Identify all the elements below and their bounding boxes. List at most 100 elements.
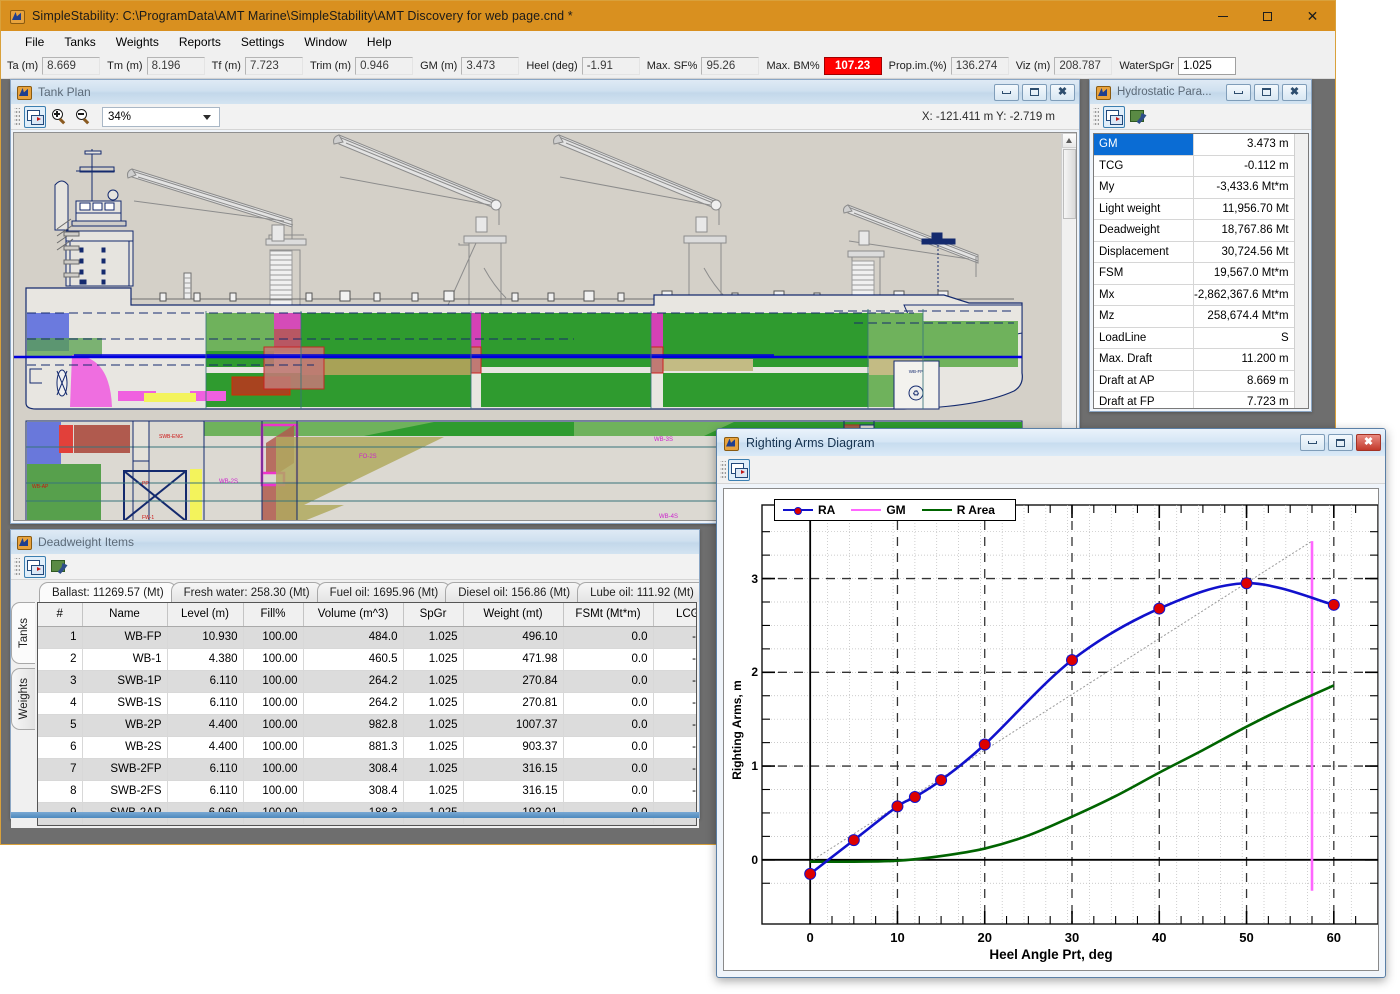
hydrostatic-row[interactable]: Draft at FP 7.723 m xyxy=(1094,392,1294,408)
table-cell: 8 xyxy=(38,780,83,803)
table-row[interactable]: 4SWB-1S6.110100.00264.21.025270.810.0-16… xyxy=(38,692,696,715)
field-value[interactable]: 1.025 xyxy=(1177,57,1236,75)
table-column-header[interactable]: Weight (mt) xyxy=(463,603,564,627)
properties-icon xyxy=(1129,109,1147,124)
deadweight-side-tab-weights[interactable]: Weights xyxy=(11,668,35,730)
menu-item-reports[interactable]: Reports xyxy=(169,32,231,53)
table-cell: 316.15 xyxy=(463,780,564,803)
table-column-header[interactable]: SpGr xyxy=(403,603,464,627)
toolbar-grip[interactable] xyxy=(14,557,20,576)
table-cell: 4.380 xyxy=(167,648,244,671)
hydrostatic-row[interactable]: Mz 258,674.4 Mt*m xyxy=(1094,306,1294,328)
table-row[interactable]: 1WB-FP10.930100.00484.01.025496.100.0-18… xyxy=(38,626,696,649)
tank-plan-minimize-button[interactable] xyxy=(994,83,1019,101)
chevron-up-icon xyxy=(1066,138,1072,143)
table-column-header[interactable]: LCG (m) xyxy=(653,603,696,627)
menu-bar: File Tanks Weights Reports Settings Wind… xyxy=(1,31,1335,54)
copy-window-button[interactable] xyxy=(24,105,46,128)
hydrostatic-row[interactable]: Max. Draft 11.200 m xyxy=(1094,349,1294,371)
hydrostatic-grid[interactable]: GM 3.473 m TCG -0.112 m My -3,433.6 Mt*m Light… xyxy=(1093,133,1309,409)
hydrostatic-row[interactable]: Light weight 11,956.70 Mt xyxy=(1094,198,1294,220)
deadweight-category-tab[interactable]: Lube oil: 111.92 (Mt) xyxy=(577,582,699,602)
close-button[interactable]: ✕ xyxy=(1290,2,1335,31)
zoom-in-button[interactable] xyxy=(48,106,70,128)
deadweight-body: Tanks Weights Ballast: 11269.57 (Mt) Fresh… xyxy=(11,580,699,828)
table-column-header[interactable]: Name xyxy=(82,603,168,627)
menu-item-tanks[interactable]: Tanks xyxy=(54,32,105,53)
zoom-level-combobox[interactable]: 34% xyxy=(102,106,220,127)
minimize-button[interactable] xyxy=(1200,2,1245,31)
table-row[interactable]: 5WB-2P4.400100.00982.81.0251007.370.0-14… xyxy=(38,714,696,737)
table-cell: 1.025 xyxy=(403,758,464,781)
table-cell: 496.10 xyxy=(463,626,564,649)
table-row[interactable]: 8SWB-2FS6.110100.00308.41.025316.150.0-1… xyxy=(38,780,696,803)
table-column-header[interactable]: # xyxy=(38,603,83,627)
menu-item-weights[interactable]: Weights xyxy=(106,32,169,53)
hydrostatic-row[interactable]: LoadLine S xyxy=(1094,327,1294,349)
copy-window-button[interactable] xyxy=(24,555,46,578)
table-row[interactable]: 2WB-14.380100.00460.51.025471.980.0-165.… xyxy=(38,648,696,671)
hydrostatic-row[interactable]: Displacement 30,724.56 Mt xyxy=(1094,241,1294,263)
menu-item-help[interactable]: Help xyxy=(357,32,402,53)
righting-close-button[interactable]: ✖ xyxy=(1356,434,1381,451)
field-group-max-bm: Max. BM% 107.23 xyxy=(766,57,882,75)
deadweight-table-container[interactable]: # Name Level (m) Fill% Volume (m^3) SpGr Weigh… xyxy=(37,602,697,826)
hydrostatic-row[interactable]: GM 3.473 m xyxy=(1094,134,1294,156)
maximize-button[interactable] xyxy=(1245,2,1290,31)
righting-maximize-button[interactable] xyxy=(1328,434,1353,451)
table-column-header[interactable]: Volume (m^3) xyxy=(303,603,404,627)
field-group-tf-m: Tf (m) 7.723 xyxy=(212,57,303,75)
table-column-header[interactable]: Level (m) xyxy=(167,603,244,627)
properties-button[interactable] xyxy=(48,556,70,578)
table-row[interactable]: 7SWB-2FP6.110100.00308.41.025316.150.0-1… xyxy=(38,758,696,781)
menu-item-settings[interactable]: Settings xyxy=(231,32,294,53)
deadweight-side-tab-tanks[interactable]: Tanks xyxy=(11,602,35,664)
deadweight-category-tab[interactable]: Ballast: 11269.57 (Mt) xyxy=(39,582,177,602)
hydrostatic-row[interactable]: FSM 19,567.0 Mt*m xyxy=(1094,263,1294,285)
copy-window-button[interactable] xyxy=(728,458,750,481)
table-cell: 100.00 xyxy=(243,626,304,649)
toolbar-grip[interactable] xyxy=(14,107,20,126)
deadweight-category-tab[interactable]: Diesel oil: 156.86 (Mt) xyxy=(445,582,584,602)
righting-arms-chart[interactable]: RA GM R Area Righting Arms, m Heel Angle P… xyxy=(723,488,1379,971)
tank-plan-maximize-button[interactable] xyxy=(1022,83,1047,101)
hydrostatic-vertical-scrollbar[interactable] xyxy=(1293,134,1308,408)
zoom-out-button[interactable] xyxy=(72,106,94,128)
hydrostatic-parameters-window: Hydrostatic Para... ✖ GM 3.473 m TCG -0.… xyxy=(1089,79,1312,412)
toolbar-grip[interactable] xyxy=(720,460,726,479)
menu-item-file[interactable]: File xyxy=(15,32,54,53)
scroll-up-button[interactable] xyxy=(1061,133,1076,148)
hydrostatic-row[interactable]: Deadweight 18,767.86 Mt xyxy=(1094,220,1294,242)
hydrostatic-row[interactable]: TCG -0.112 m xyxy=(1094,155,1294,177)
properties-button[interactable] xyxy=(1127,106,1149,128)
window-copy-icon xyxy=(27,109,44,125)
toolbar-grip[interactable] xyxy=(1093,107,1099,126)
righting-title: Righting Arms Diagram xyxy=(746,435,875,450)
hydrostatic-close-button[interactable]: ✖ xyxy=(1282,83,1307,101)
righting-minimize-button[interactable] xyxy=(1300,434,1325,451)
table-cell: 4.400 xyxy=(167,714,244,737)
window-title: SimpleStability: C:\ProgramData\AMT Mari… xyxy=(32,9,573,23)
field-label: Viz (m) xyxy=(1015,60,1051,72)
x-axis-tick-label: 50 xyxy=(1239,930,1254,945)
svg-text:WB-FP: WB-FP xyxy=(909,369,924,374)
hydrostatic-row[interactable]: Draft at AP 8.669 m xyxy=(1094,370,1294,392)
copy-window-button[interactable] xyxy=(1103,105,1125,128)
properties-icon xyxy=(50,559,68,574)
table-column-header[interactable]: Fill% xyxy=(243,603,304,627)
hydrostatic-maximize-button[interactable] xyxy=(1254,83,1279,101)
table-cell: 100.00 xyxy=(243,648,304,671)
deadweight-category-tab[interactable]: Fresh water: 258.30 (Mt) xyxy=(170,582,323,602)
hydrostatic-row[interactable]: Mx -2,862,367.6 Mt*m xyxy=(1094,284,1294,306)
hydrostatic-minimize-button[interactable] xyxy=(1226,83,1251,101)
hydrostatic-row[interactable]: My -3,433.6 Mt*m xyxy=(1094,177,1294,199)
scroll-thumb[interactable] xyxy=(1062,149,1076,219)
table-row[interactable]: 3SWB-1P6.110100.00264.21.025270.840.0-16… xyxy=(38,670,696,693)
table-row[interactable]: 6WB-2S4.400100.00881.31.025903.370.0-140… xyxy=(38,736,696,759)
table-cell: 6.110 xyxy=(167,758,244,781)
tank-plan-close-button[interactable]: ✖ xyxy=(1050,83,1075,101)
menu-item-window[interactable]: Window xyxy=(294,32,357,53)
table-column-header[interactable]: FSMt (Mt*m) xyxy=(563,603,654,627)
table-cell: SWB-1P xyxy=(82,670,168,693)
deadweight-category-tab[interactable]: Fuel oil: 1695.96 (Mt) xyxy=(316,582,452,602)
